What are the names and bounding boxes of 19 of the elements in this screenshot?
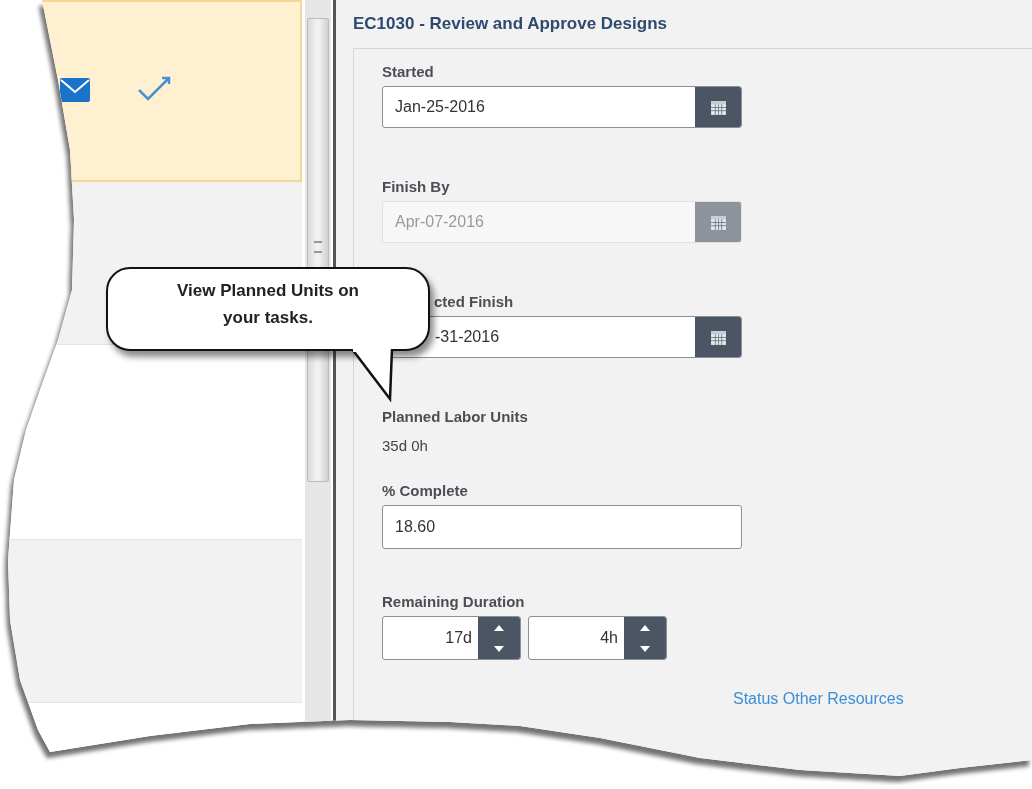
field-value: 35d 0h	[382, 437, 429, 454]
input-field[interactable]: 18.60	[382, 505, 742, 549]
spinner-field[interactable]: 4h	[528, 616, 667, 660]
field-label: Finish By	[382, 178, 451, 195]
field-label: Planned Labor Units	[382, 408, 529, 425]
field-label: Started	[382, 63, 435, 80]
date-field[interactable]: Jan-25-2016	[382, 86, 742, 128]
field-label: cted Finish	[434, 293, 514, 310]
envelope-icon[interactable]	[60, 78, 90, 102]
up-arrow-icon[interactable]	[494, 624, 504, 631]
down-arrow-icon[interactable]	[640, 645, 650, 652]
down-arrow-icon[interactable]	[494, 645, 504, 652]
up-arrow-icon[interactable]	[640, 624, 650, 631]
calendar-icon[interactable]	[695, 87, 741, 127]
task-title: EC1030 - Review and Approve Designs	[353, 14, 668, 34]
calendar-icon[interactable]	[695, 317, 741, 357]
spinner-field[interactable]: 17d	[382, 616, 521, 660]
field-label: Remaining Duration	[382, 593, 526, 610]
field-label: % Complete	[382, 482, 469, 499]
